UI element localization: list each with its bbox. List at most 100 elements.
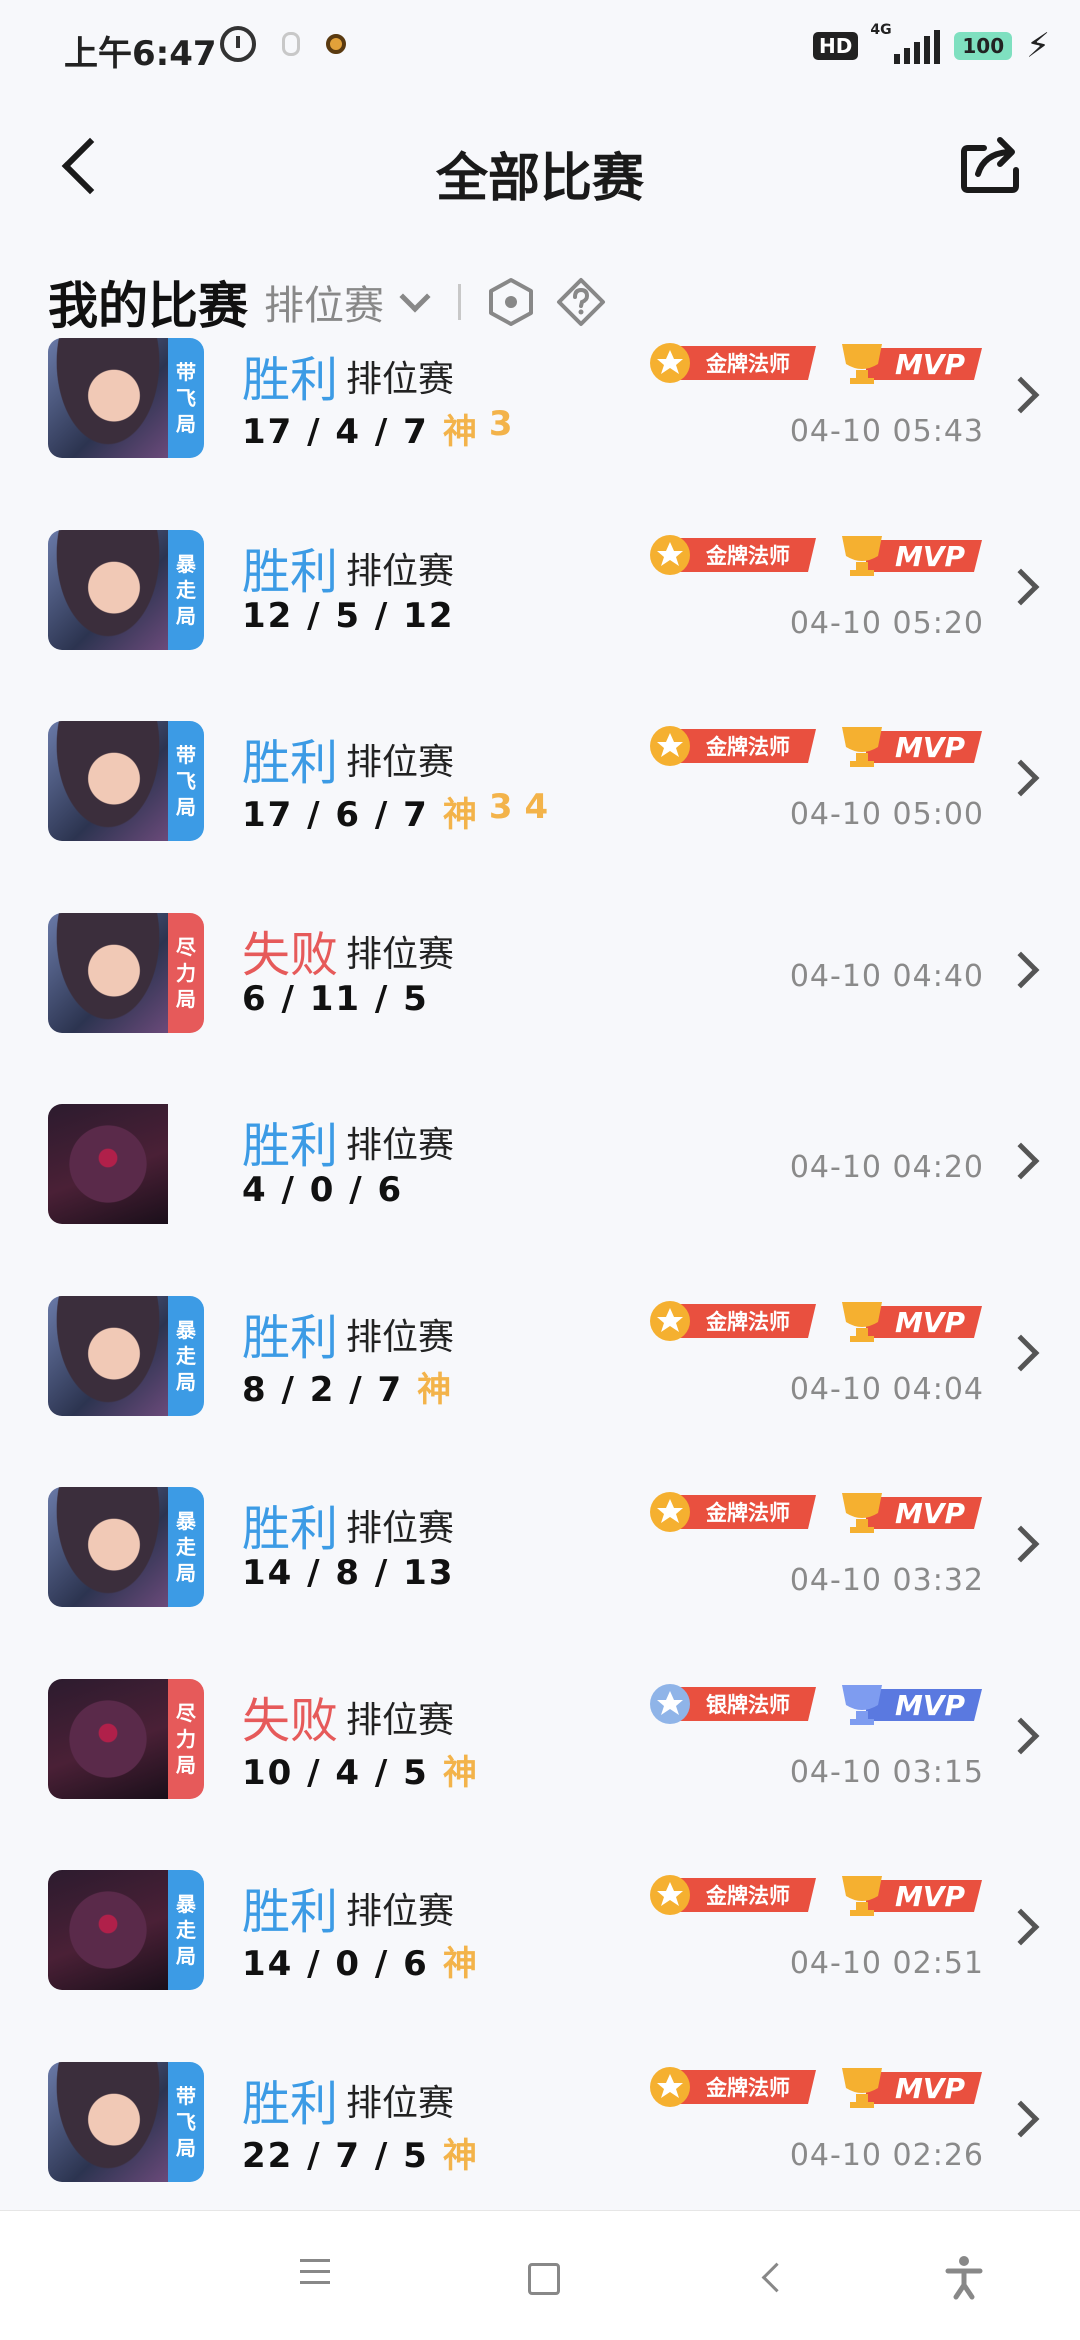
- status-time: 上午6:47: [64, 34, 217, 74]
- match-result: 胜利: [242, 352, 339, 408]
- match-tag: 带飞局: [168, 338, 204, 458]
- match-kda: 17 / 4 / 7 神3: [242, 404, 514, 453]
- match-mode: 排位赛: [346, 1508, 455, 1549]
- alarm-icon: [220, 26, 256, 62]
- match-tag-char: 暴: [176, 1892, 196, 1916]
- chevron-right-icon: [1002, 1908, 1040, 1946]
- kda-value: 17 / 4 / 7: [242, 412, 429, 452]
- status-icons-left: [220, 26, 346, 62]
- hero-portrait: [48, 721, 168, 841]
- hero-avatar: 尽力局: [48, 912, 204, 1033]
- match-time: 04-10 05:20: [789, 605, 984, 641]
- match-result: 失败: [242, 926, 339, 983]
- hero-portrait: [48, 1487, 168, 1607]
- back-icon[interactable]: [748, 2251, 800, 2303]
- match-tag-char: 带: [176, 2083, 196, 2108]
- match-mode: 排位赛: [346, 550, 455, 592]
- system-nav-bar: [0, 2210, 1080, 2340]
- medal-badge: 金牌法师: [650, 1492, 816, 1532]
- hero-avatar: 带飞局: [48, 721, 204, 841]
- accessibility-icon[interactable]: [938, 2251, 990, 2303]
- medal-badge: 金牌法师: [650, 1300, 816, 1341]
- share-button[interactable]: [954, 126, 1028, 200]
- home-icon[interactable]: [516, 2251, 568, 2303]
- help-icon[interactable]: [555, 276, 607, 328]
- match-tag-char: 尽: [176, 1700, 196, 1725]
- status-icons-right: HD 4G 100 ⚡: [813, 22, 1050, 66]
- match-row[interactable]: 胜利 排位赛 4 / 0 / 6 04-10 04:20: [0, 1100, 1080, 1292]
- match-kda: 14 / 0 / 6 神: [242, 1936, 479, 1985]
- hero-avatar: 带飞局: [48, 338, 204, 458]
- hero-avatar: 暴走局: [48, 529, 204, 650]
- match-row[interactable]: 带飞局 胜利 排位赛 17 / 6 / 7 神 3 4 金牌法师 MVP 04-10 05:00: [0, 717, 1080, 909]
- match-row[interactable]: 尽力局 失败 排位赛 10 / 4 / 5 神 银牌法师 MVP 04-10 03:15: [0, 1675, 1080, 1867]
- menu-icon[interactable]: [290, 2251, 342, 2303]
- match-tag-char: 局: [176, 1369, 196, 1394]
- hexagon-settings-icon[interactable]: [485, 276, 537, 328]
- section-title: 我的比赛: [48, 277, 248, 335]
- performance-badge: 3: [488, 787, 515, 827]
- match-mode: 排位赛: [346, 1316, 455, 1358]
- chevron-right-icon: [1002, 951, 1040, 988]
- mvp-label: MVP: [895, 348, 966, 381]
- match-kda: 10 / 4 / 5 神: [242, 1745, 479, 1794]
- filter-bar: 我的比赛 排位赛: [48, 262, 625, 342]
- match-tag-char: 暴: [176, 1317, 196, 1342]
- kda-value: 12 / 5 / 12: [242, 595, 455, 636]
- mvp-label: MVP: [895, 2072, 966, 2105]
- match-tag-char: 暴: [176, 1509, 196, 1533]
- performance-badges: 神: [443, 1936, 479, 1985]
- match-row[interactable]: 暴走局 胜利 排位赛 14 / 0 / 6 神 金牌法师 MVP 04-10 02:51: [0, 1866, 1080, 2058]
- match-type-dropdown[interactable]: 排位赛: [264, 273, 431, 331]
- mvp-badge: MVP: [842, 1684, 982, 1725]
- match-result: 胜利: [242, 1118, 339, 1174]
- mvp-badge: MVP: [842, 535, 982, 576]
- match-row[interactable]: 带飞局 胜利 排位赛 17 / 4 / 7 神 3 金牌法师 MVP 04-10 05:43: [0, 334, 1080, 526]
- match-tag-char: 带: [176, 743, 196, 767]
- match-tag-char: 飞: [176, 386, 196, 410]
- hero-avatar: 暴走局: [48, 1870, 204, 1990]
- match-result: 胜利: [242, 543, 339, 600]
- medal-label: 金牌法师: [705, 352, 790, 376]
- match-kda: 6 / 11 / 5: [242, 979, 429, 1019]
- hero-avatar: 暴走局: [48, 1487, 204, 1607]
- match-tag-char: 局: [176, 2135, 196, 2160]
- match-row[interactable]: 暴走局 胜利 排位赛 8 / 2 / 7 神 金牌法师 MVP 04-10 04:04: [0, 1292, 1080, 1484]
- match-tag: 暴走局: [168, 1487, 204, 1607]
- medal-badge: 金牌法师: [650, 1875, 816, 1915]
- performance-badge: 神: [442, 795, 479, 835]
- match-tag: 暴走局: [168, 529, 204, 650]
- signal-icon: 4G: [870, 22, 941, 64]
- match-tag-char: 力: [176, 960, 196, 985]
- medal-label: 金牌法师: [705, 2076, 790, 2100]
- match-kda: 22 / 7 / 5 神: [242, 2128, 479, 2177]
- medal-label: 金牌法师: [705, 735, 790, 759]
- mvp-label: MVP: [895, 1497, 966, 1530]
- chevron-right-icon: [1002, 759, 1040, 797]
- match-result: 胜利: [242, 1501, 339, 1557]
- performance-badge: 4: [524, 787, 551, 827]
- hero-portrait: [48, 2061, 168, 2182]
- match-tag-char: 走: [176, 1535, 196, 1559]
- hero-portrait: [48, 1870, 168, 1990]
- medal-label: 金牌法师: [705, 1501, 790, 1525]
- match-mode: 排位赛: [346, 1891, 455, 1932]
- match-result: 胜利: [242, 1309, 339, 1366]
- chevron-down-icon: [399, 281, 431, 313]
- performance-badge: 3: [488, 404, 515, 444]
- match-tag-char: 飞: [176, 769, 196, 793]
- match-row[interactable]: 尽力局 失败 排位赛 6 / 11 / 5 04-10 04:40: [0, 909, 1080, 1101]
- match-row[interactable]: 暴走局 胜利 排位赛 14 / 8 / 13 金牌法师 MVP 04-10 03:32: [0, 1483, 1080, 1675]
- match-tag: 带飞局: [168, 2061, 204, 2182]
- hero-portrait: [48, 338, 168, 458]
- match-tag-char: 暴: [176, 551, 196, 576]
- hd-icon: HD: [813, 32, 859, 60]
- mvp-badge: MVP: [842, 1876, 982, 1916]
- match-tag: 尽力局: [168, 1678, 204, 1799]
- mvp-label: MVP: [895, 731, 966, 764]
- match-row[interactable]: 暴走局 胜利 排位赛 12 / 5 / 12 金牌法师 MVP 04-10 05:20: [0, 526, 1080, 718]
- match-tag-char: 局: [176, 1944, 196, 1968]
- mvp-label: MVP: [895, 540, 966, 573]
- match-tag-char: 飞: [176, 2109, 196, 2134]
- match-mode: 排位赛: [346, 359, 455, 400]
